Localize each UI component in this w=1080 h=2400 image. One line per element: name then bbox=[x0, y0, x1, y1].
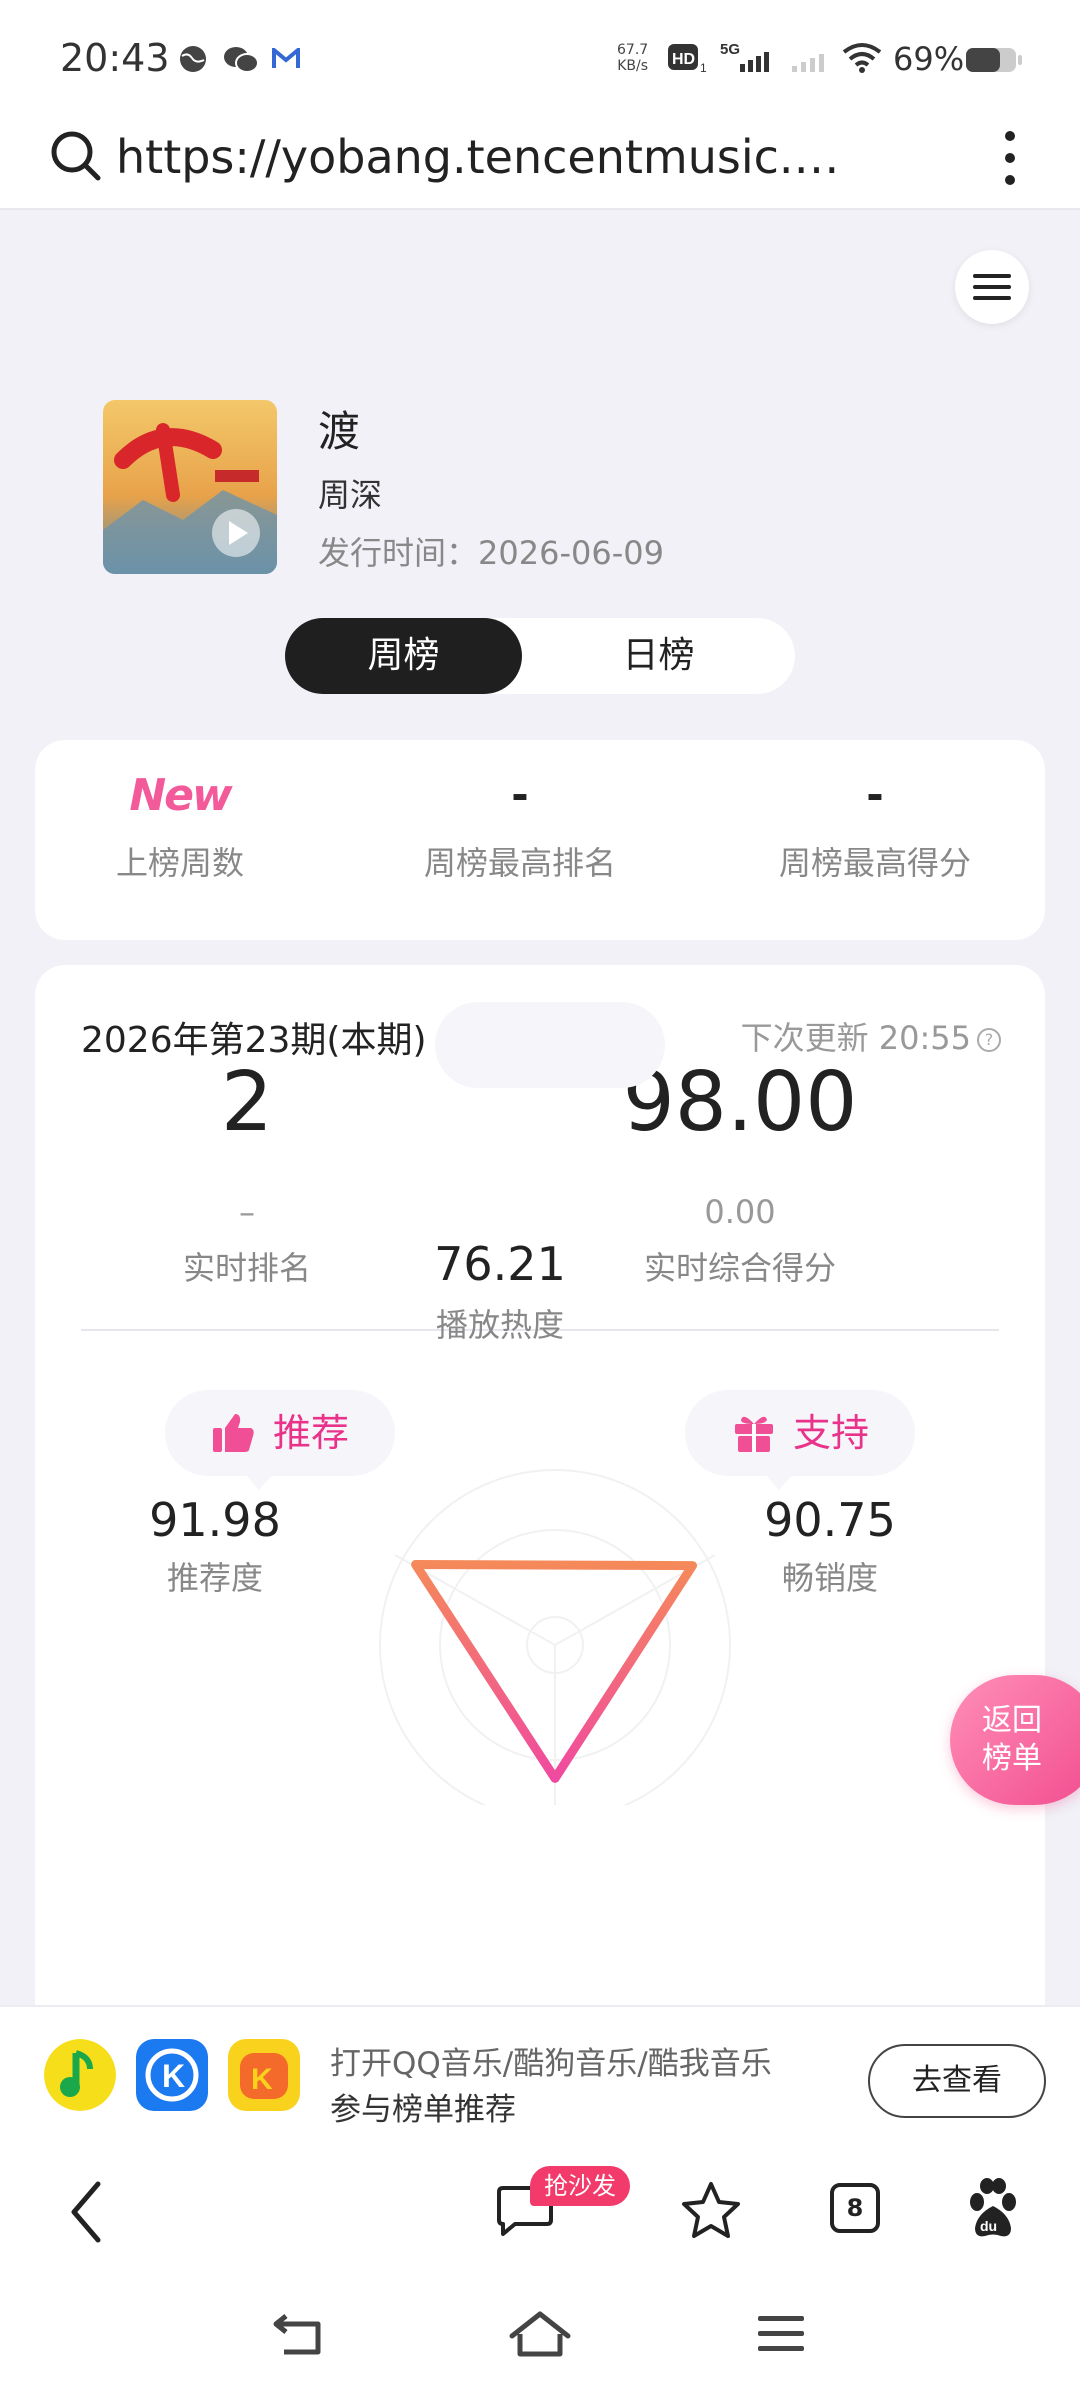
signal-icon bbox=[792, 54, 824, 72]
rank-change: – bbox=[239, 1193, 255, 1231]
recommend-pill-label: 推荐 bbox=[273, 1411, 350, 1455]
svg-text:5G: 5G bbox=[720, 41, 740, 58]
realtime-rank: 2 bbox=[220, 1055, 274, 1150]
star-icon[interactable] bbox=[680, 2180, 742, 2240]
peak-rank-value: - bbox=[511, 770, 529, 819]
pill-pointer bbox=[765, 1474, 793, 1490]
play-label: 播放热度 bbox=[435, 1306, 564, 1344]
recommend-pill[interactable]: 推荐 bbox=[165, 1390, 395, 1490]
status-bar: 20:43 67.7 KB/s HD 1 5G 69% bbox=[0, 0, 1080, 110]
svg-text:K: K bbox=[162, 2058, 185, 2094]
summary-card: New 上榜周数 - 周榜最高排名 - 周榜最高得分 bbox=[35, 740, 1045, 940]
system-navigation-bar bbox=[0, 2280, 1080, 2400]
return-line1: 返回 bbox=[982, 1703, 1042, 1738]
svg-text:du: du bbox=[980, 2218, 997, 2234]
hd-icon: HD 1 bbox=[668, 44, 707, 74]
pill-pointer bbox=[245, 1474, 273, 1490]
support-pill-label: 支持 bbox=[793, 1411, 870, 1455]
5g-signal-icon: 5G bbox=[720, 41, 769, 72]
peak-rank: - 周榜最高排名 bbox=[370, 770, 670, 884]
promo-line1: 打开QQ音乐/酷狗音乐/酷我音乐 bbox=[330, 2046, 772, 2082]
album-art bbox=[103, 400, 277, 574]
peak-score-label: 周榜最高得分 bbox=[778, 844, 971, 882]
album-cover[interactable] bbox=[103, 400, 277, 574]
baidu-paw-icon[interactable]: du bbox=[965, 2178, 1021, 2240]
app-promo-bar: K K 打开QQ音乐/酷狗音乐/酷我音乐 参与榜单推荐 去查看 bbox=[0, 2005, 1080, 2150]
wechat-icon bbox=[224, 47, 259, 73]
promo-text: 打开QQ音乐/酷狗音乐/酷我音乐 参与榜单推荐 bbox=[330, 2041, 772, 2133]
score-radar-chart bbox=[379, 1469, 731, 1805]
svg-text:1: 1 bbox=[700, 61, 707, 74]
address-bar[interactable]: https://yobang.tencentmusic.… bbox=[0, 110, 1080, 210]
menu-button[interactable] bbox=[955, 250, 1029, 324]
globe-icon bbox=[180, 46, 206, 72]
chart-period-toggle: 周榜 日榜 bbox=[285, 618, 795, 694]
net-speed: 67.7 KB/s bbox=[617, 42, 649, 74]
more-options-icon[interactable] bbox=[1000, 128, 1020, 188]
back-icon[interactable] bbox=[66, 2180, 106, 2244]
recommend-label: 推荐度 bbox=[166, 1559, 263, 1597]
release-label: 发行时间： bbox=[318, 534, 479, 572]
support-label: 畅销度 bbox=[781, 1559, 878, 1597]
return-line2: 榜单 bbox=[982, 1741, 1042, 1776]
tab-weekly[interactable]: 周榜 bbox=[285, 618, 522, 694]
sofa-badge[interactable]: 抢沙发 bbox=[530, 2166, 630, 2206]
mail-icon bbox=[272, 48, 300, 68]
release-info: 发行时间：2026-06-09 bbox=[318, 528, 664, 574]
peak-score-value: - bbox=[866, 770, 884, 819]
score-label: 实时综合得分 bbox=[643, 1249, 836, 1287]
peak-score: - 周榜最高得分 bbox=[725, 770, 1025, 884]
support-score: 90.75 bbox=[764, 1493, 896, 1547]
recommend-score: 91.98 bbox=[149, 1493, 281, 1547]
realtime-card: 2026年第23期(本期) 下次更新 20:55? 2 – 实时排名 98.00… bbox=[35, 965, 1045, 2015]
gift-icon bbox=[735, 1416, 773, 1452]
battery-percent: 69% bbox=[893, 40, 965, 78]
song-title: 渡 bbox=[318, 407, 361, 456]
promo-line2: 参与榜单推荐 bbox=[330, 2092, 516, 2128]
wifi-icon bbox=[842, 43, 882, 73]
peak-rank-label: 周榜最高排名 bbox=[423, 844, 616, 882]
hamburger-icon bbox=[973, 274, 1011, 300]
browser-toolbar: 抢沙发 8 du bbox=[0, 2150, 1080, 2280]
next-update: 下次更新 20:55? bbox=[741, 1013, 1001, 1059]
battery-icon bbox=[966, 48, 1022, 72]
next-update-text: 下次更新 20:55 bbox=[740, 1019, 971, 1057]
weeks-label: 上榜周数 bbox=[115, 844, 244, 882]
svg-text:HD: HD bbox=[672, 51, 695, 68]
status-time: 20:43 bbox=[60, 36, 170, 80]
weeks-on-chart: New 上榜周数 bbox=[35, 770, 325, 884]
play-score: 76.21 bbox=[434, 1237, 566, 1291]
system-back-icon[interactable] bbox=[270, 2312, 326, 2358]
kuwo-icon: K bbox=[228, 2039, 300, 2111]
system-menu-icon[interactable] bbox=[756, 2314, 806, 2354]
return-to-chart-button[interactable]: 返回 榜单 bbox=[950, 1675, 1080, 1805]
help-icon[interactable]: ? bbox=[977, 1028, 1001, 1052]
support-pill[interactable]: 支持 bbox=[685, 1390, 915, 1490]
search-icon bbox=[51, 131, 101, 181]
tab-count-button[interactable]: 8 bbox=[830, 2183, 880, 2233]
rank-label: 实时排名 bbox=[182, 1249, 311, 1287]
thumbs-up-icon bbox=[213, 1414, 254, 1452]
url-text[interactable]: https://yobang.tencentmusic.… bbox=[116, 130, 846, 184]
score-change: 0.00 bbox=[704, 1193, 776, 1231]
view-button[interactable]: 去查看 bbox=[868, 2044, 1046, 2118]
play-pill[interactable] bbox=[435, 1002, 665, 1088]
release-date: 2026-06-09 bbox=[478, 534, 664, 572]
kugou-icon: K bbox=[136, 2039, 208, 2111]
svg-text:K: K bbox=[251, 2063, 273, 2096]
tab-daily[interactable]: 日榜 bbox=[522, 618, 795, 694]
system-home-icon[interactable] bbox=[508, 2310, 572, 2360]
qq-music-icon bbox=[44, 2039, 116, 2111]
new-badge: New bbox=[129, 770, 232, 821]
song-artist[interactable]: 周深 bbox=[318, 470, 382, 516]
